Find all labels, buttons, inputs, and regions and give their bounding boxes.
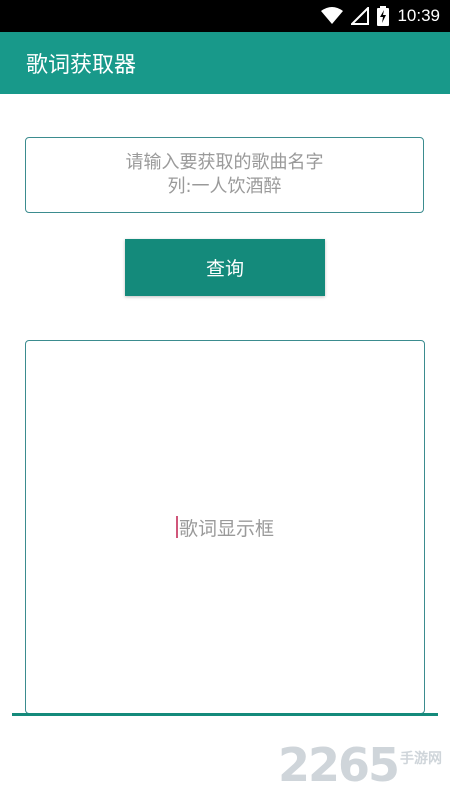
status-bar: 10:39	[0, 0, 450, 32]
watermark-logo: 2265 手游网	[278, 742, 442, 788]
lyrics-placeholder: 歌词显示框	[178, 517, 274, 540]
song-name-input[interactable]: 请输入要获取的歌曲名字 列:一人饮酒醉	[25, 137, 424, 213]
input-placeholder-line1: 请输入要获取的歌曲名字	[125, 152, 324, 173]
query-button-label: 查询	[205, 258, 244, 280]
field-underline	[12, 713, 438, 716]
watermark-text: 手游网	[400, 751, 442, 767]
status-icons: 10:39	[321, 0, 440, 32]
app-bar: 歌词获取器	[0, 32, 450, 94]
wifi-icon	[321, 7, 344, 24]
status-time: 10:39	[397, 6, 440, 25]
app-title: 歌词获取器	[26, 53, 137, 78]
watermark-number: 2265	[277, 738, 400, 792]
battery-charging-icon	[377, 6, 390, 26]
query-button[interactable]: 查询	[125, 239, 325, 296]
lyrics-display-field[interactable]: 歌词显示框	[25, 340, 425, 714]
signal-icon	[351, 7, 370, 25]
text-cursor	[175, 516, 178, 538]
input-placeholder-line2: 列:一人饮酒醉	[167, 176, 282, 197]
